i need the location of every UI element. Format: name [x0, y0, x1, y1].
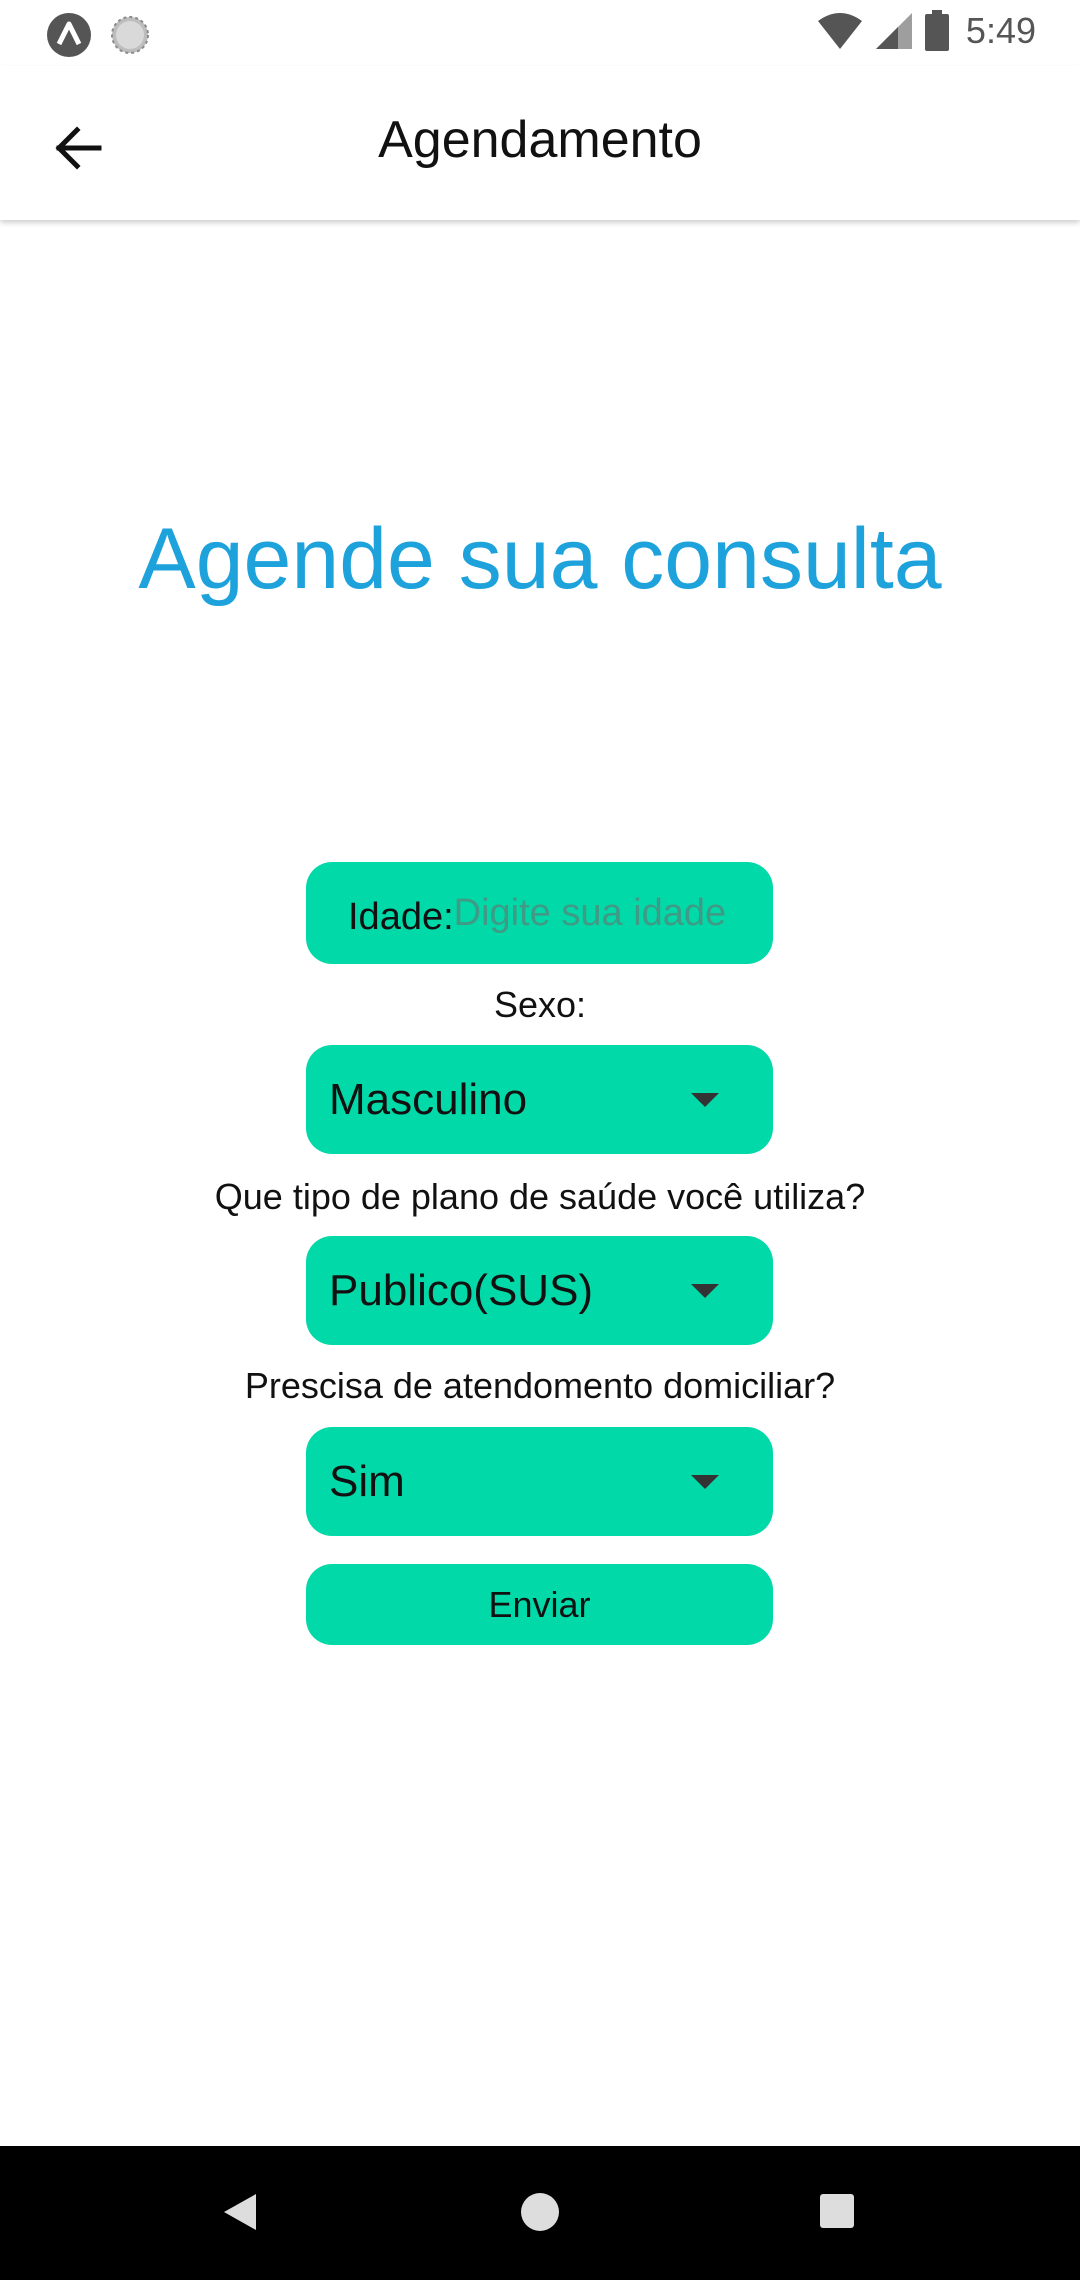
- app-notification-icon: [47, 13, 91, 57]
- home-care-label: Prescisa de atendomento domiciliar?: [244, 1365, 836, 1406]
- page-title: Agendamento: [378, 111, 702, 169]
- nav-home-icon[interactable]: [521, 2193, 559, 2231]
- nav-recents-icon[interactable]: [820, 2194, 854, 2228]
- nav-back-icon[interactable]: [224, 2194, 256, 2230]
- battery-icon: [924, 10, 949, 51]
- system-nav-bar: [0, 2146, 1080, 2280]
- status-left: [46, 12, 150, 58]
- app-bar: Agendamento: [0, 66, 1080, 220]
- wifi-icon: [817, 13, 862, 49]
- health-plan-select-value: Publico(SUS): [329, 1265, 594, 1315]
- age-field[interactable]: Idade:: [306, 862, 773, 964]
- submit-button[interactable]: Enviar: [306, 1564, 773, 1645]
- age-label: Idade:: [348, 895, 454, 938]
- dropdown-caret-icon: [691, 1283, 719, 1298]
- health-plan-label: Que tipo de plano de saúde você utiliza?: [214, 1176, 866, 1217]
- sex-select[interactable]: Masculino: [306, 1045, 773, 1154]
- sex-select-value: Masculino: [329, 1074, 528, 1124]
- age-input[interactable]: [453, 891, 754, 935]
- home-care-select[interactable]: Sim: [306, 1427, 773, 1536]
- form-headline: Agende sua consulta: [138, 511, 942, 607]
- health-plan-select[interactable]: Publico(SUS): [306, 1236, 773, 1345]
- cellular-signal-icon: [875, 13, 912, 49]
- status-bar: 5:49: [0, 0, 1080, 66]
- sex-label: Sexo:: [493, 984, 587, 1025]
- status-right: 5:49: [816, 10, 1036, 52]
- dropdown-caret-icon: [691, 1092, 719, 1107]
- sync-icon: [111, 16, 149, 54]
- home-care-select-value: Sim: [329, 1456, 405, 1506]
- status-time: 5:49: [965, 10, 1036, 51]
- dropdown-caret-icon: [691, 1474, 719, 1489]
